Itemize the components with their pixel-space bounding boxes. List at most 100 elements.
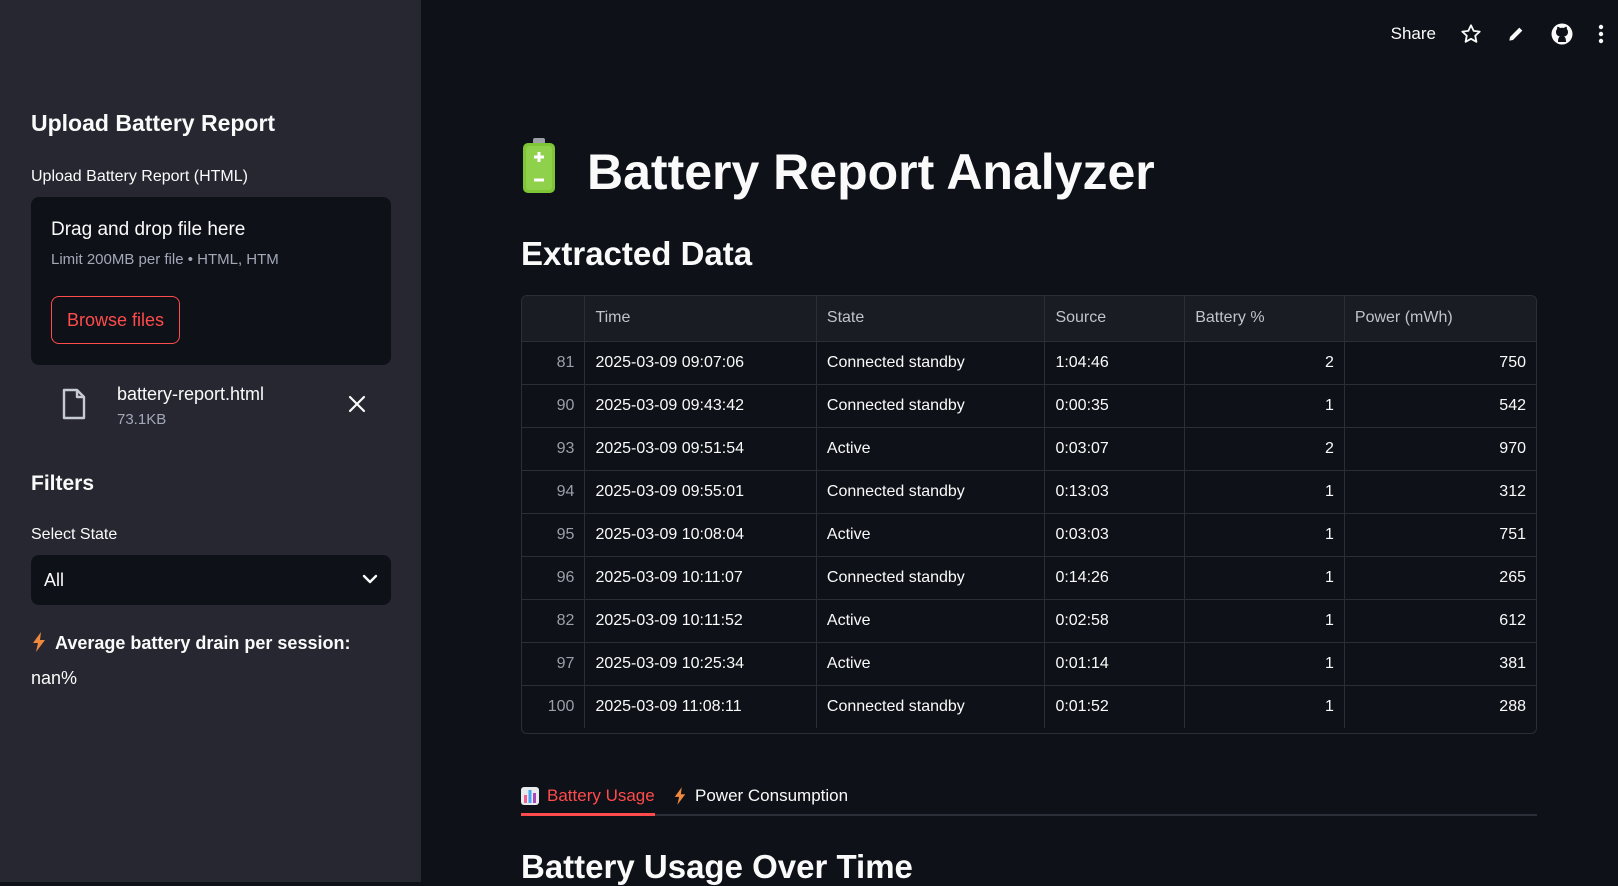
tab-power-consumption[interactable]: Power Consumption <box>673 778 848 814</box>
chart-section-heading: Battery Usage Over Time <box>521 848 913 885</box>
cell-power[interactable]: 312 <box>1344 470 1536 514</box>
cell-time[interactable]: 2025-03-09 09:43:42 <box>584 384 817 428</box>
column-header-battery[interactable]: Battery % <box>1184 296 1345 342</box>
cell-battery[interactable]: 2 <box>1184 427 1345 471</box>
cell-battery[interactable]: 1 <box>1184 642 1345 686</box>
drain-value: nan% <box>31 668 78 688</box>
cell-source[interactable]: 0:02:58 <box>1044 599 1186 643</box>
table-row: 96 2025-03-09 10:11:07 Connected standby… <box>522 556 1536 600</box>
tab-power-consumption-label: Power Consumption <box>695 786 849 805</box>
cell-source[interactable]: 0:00:35 <box>1044 384 1186 428</box>
uploaded-file-size: 73.1KB <box>117 411 167 428</box>
cell-battery[interactable]: 1 <box>1184 384 1345 428</box>
cell-battery[interactable]: 1 <box>1184 513 1345 557</box>
data-table[interactable]: Time State Source Battery % Power (mWh) … <box>521 295 1537 734</box>
battery-drain-stat: Average battery drain per session: nan% <box>31 627 391 694</box>
cell-power[interactable]: 750 <box>1344 341 1536 385</box>
cell-state[interactable]: Connected standby <box>816 556 1046 600</box>
cell-battery[interactable]: 2 <box>1184 341 1345 385</box>
edit-pencil-icon[interactable] <box>1506 24 1526 44</box>
cell-time[interactable]: 2025-03-09 10:08:04 <box>584 513 817 557</box>
column-header-source[interactable]: Source <box>1044 296 1186 342</box>
row-index: 95 <box>522 513 586 557</box>
select-state-label: Select State <box>31 526 118 543</box>
dropzone-main-text: Drag and drop file here <box>51 219 246 240</box>
cell-time[interactable]: 2025-03-09 10:25:34 <box>584 642 817 686</box>
column-header-time[interactable]: Time <box>584 296 817 342</box>
dropzone-limit-text: Limit 200MB per file • HTML, HTM <box>51 251 279 268</box>
cell-source[interactable]: 0:03:03 <box>1044 513 1186 557</box>
cell-time[interactable]: 2025-03-09 09:07:06 <box>584 341 817 385</box>
filters-title: Filters <box>31 472 95 495</box>
cell-source[interactable]: 0:01:52 <box>1044 685 1186 728</box>
sidebar-title: Upload Battery Report <box>31 110 276 136</box>
cell-state[interactable]: Connected standby <box>816 470 1046 514</box>
file-dropzone[interactable]: Drag and drop file here Limit 200MB per … <box>31 197 391 365</box>
cell-battery[interactable]: 1 <box>1184 685 1345 728</box>
cell-state[interactable]: Active <box>816 642 1046 686</box>
row-index: 93 <box>522 427 586 471</box>
cell-power[interactable]: 542 <box>1344 384 1536 428</box>
battery-icon <box>521 138 557 206</box>
cell-state[interactable]: Active <box>816 513 1046 557</box>
sidebar: Upload Battery Report Upload Battery Rep… <box>0 0 421 882</box>
tab-battery-usage[interactable]: Battery Usage <box>521 778 655 816</box>
cell-power[interactable]: 970 <box>1344 427 1536 471</box>
column-header-power[interactable]: Power (mWh) <box>1344 296 1536 342</box>
table-row: 94 2025-03-09 09:55:01 Connected standby… <box>522 470 1536 514</box>
cell-state[interactable]: Connected standby <box>816 341 1046 385</box>
row-index: 82 <box>522 599 586 643</box>
tab-battery-usage-label: Battery Usage <box>547 785 655 805</box>
cell-battery[interactable]: 1 <box>1184 599 1345 643</box>
cell-state[interactable]: Connected standby <box>816 685 1046 728</box>
uploader-label: Upload Battery Report (HTML) <box>31 168 248 185</box>
cell-time[interactable]: 2025-03-09 09:55:01 <box>584 470 817 514</box>
close-icon[interactable] <box>347 394 367 419</box>
page-title: Battery Report Analyzer <box>521 138 1155 206</box>
share-button[interactable]: Share <box>1391 24 1436 44</box>
cell-power[interactable]: 288 <box>1344 685 1536 728</box>
row-index: 100 <box>522 685 586 728</box>
uploaded-file-row: battery-report.html 73.1KB <box>31 380 391 436</box>
cell-source[interactable]: 1:04:46 <box>1044 341 1186 385</box>
table-row: 93 2025-03-09 09:51:54 Active 0:03:07 2 … <box>522 427 1536 471</box>
github-icon[interactable] <box>1550 22 1574 46</box>
star-icon[interactable] <box>1460 23 1482 45</box>
state-select[interactable]: All <box>31 555 391 605</box>
browse-files-button[interactable]: Browse files <box>51 296 181 344</box>
chart-tabs: Battery Usage Power Consumption <box>521 770 1537 816</box>
cell-source[interactable]: 0:14:26 <box>1044 556 1186 600</box>
chevron-down-icon <box>362 571 378 589</box>
cell-power[interactable]: 751 <box>1344 513 1536 557</box>
cell-power[interactable]: 612 <box>1344 599 1536 643</box>
row-index: 81 <box>522 341 586 385</box>
cell-power[interactable]: 265 <box>1344 556 1536 600</box>
cell-time[interactable]: 2025-03-09 10:11:07 <box>584 556 817 600</box>
column-header-state[interactable]: State <box>816 296 1046 342</box>
table-row: 90 2025-03-09 09:43:42 Connected standby… <box>522 384 1536 428</box>
row-index: 97 <box>522 642 586 686</box>
state-select-value: All <box>44 569 65 590</box>
cell-time[interactable]: 2025-03-09 09:51:54 <box>584 427 817 471</box>
cell-time[interactable]: 2025-03-09 10:11:52 <box>584 599 817 643</box>
bar-chart-icon <box>521 786 539 805</box>
table-header-row: Time State Source Battery % Power (mWh) <box>522 296 1536 342</box>
table-row: 97 2025-03-09 10:25:34 Active 0:01:14 1 … <box>522 642 1536 686</box>
table-row: 81 2025-03-09 09:07:06 Connected standby… <box>522 341 1536 385</box>
cell-source[interactable]: 0:03:07 <box>1044 427 1186 471</box>
column-header-index[interactable] <box>522 296 586 342</box>
cell-battery[interactable]: 1 <box>1184 556 1345 600</box>
table-row: 82 2025-03-09 10:11:52 Active 0:02:58 1 … <box>522 599 1536 643</box>
cell-source[interactable]: 0:01:14 <box>1044 642 1186 686</box>
cell-state[interactable]: Active <box>816 599 1046 643</box>
cell-time[interactable]: 2025-03-09 11:08:11 <box>584 685 817 728</box>
cell-state[interactable]: Active <box>816 427 1046 471</box>
more-options-icon[interactable] <box>1598 24 1604 44</box>
cell-source[interactable]: 0:13:03 <box>1044 470 1186 514</box>
cell-state[interactable]: Connected standby <box>816 384 1046 428</box>
page-title-text: Battery Report Analyzer <box>587 144 1155 200</box>
cell-battery[interactable]: 1 <box>1184 470 1345 514</box>
row-index: 96 <box>522 556 586 600</box>
cell-power[interactable]: 381 <box>1344 642 1536 686</box>
top-toolbar: Share <box>1367 22 1604 46</box>
